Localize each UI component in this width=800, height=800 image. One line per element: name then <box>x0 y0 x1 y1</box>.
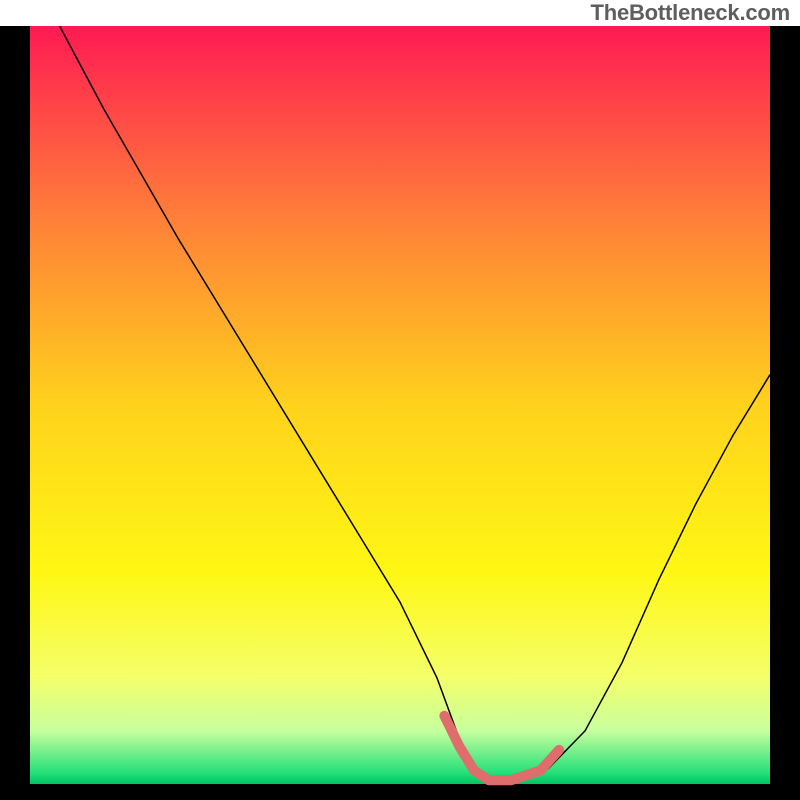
bottleneck-chart <box>0 26 800 800</box>
attribution-text: TheBottleneck.com <box>590 0 790 26</box>
plot-gradient <box>30 26 770 784</box>
